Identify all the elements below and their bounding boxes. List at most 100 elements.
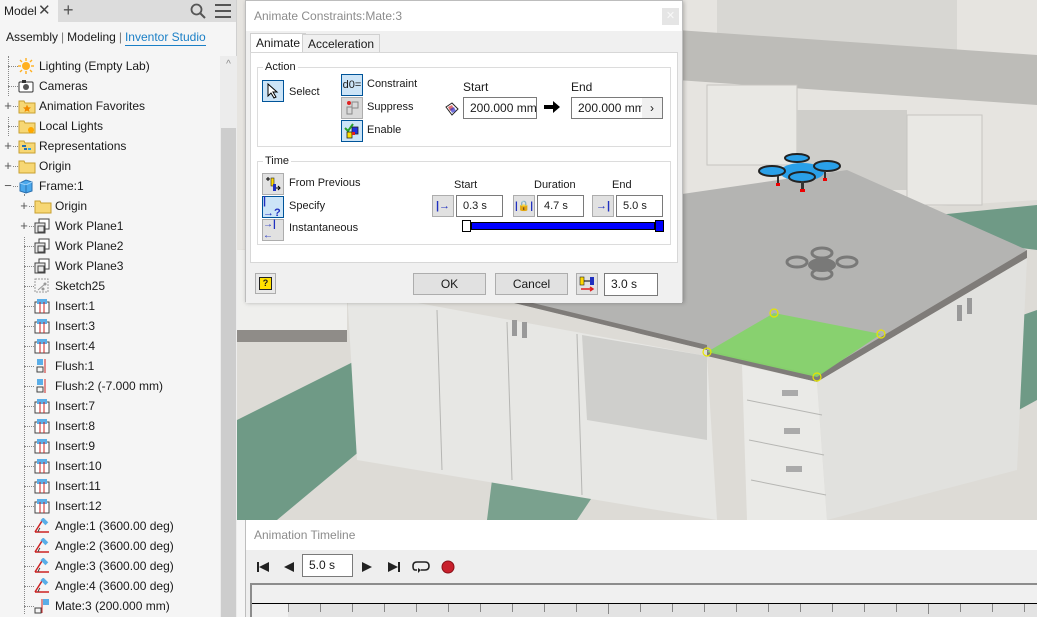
close-icon[interactable]: ✕ (38, 0, 51, 22)
timeline-title-bar[interactable]: Animation Timeline (246, 520, 1037, 550)
time-end-input[interactable]: 5.0 s (616, 195, 663, 217)
start-time-button[interactable]: |→ (432, 195, 454, 217)
mode-tab-modeling[interactable]: Modeling (67, 30, 116, 44)
tree-guide-line (24, 426, 34, 427)
play-reverse-button[interactable] (280, 557, 298, 577)
go-to-end-button[interactable] (385, 557, 403, 577)
ruler-tick (960, 604, 961, 612)
from-previous-button[interactable] (262, 173, 284, 195)
range-end-handle[interactable] (655, 220, 664, 232)
tab-acceleration[interactable]: Acceleration (302, 34, 381, 52)
collapse-icon[interactable]: − (3, 176, 13, 196)
scrollbar-thumb[interactable] (221, 128, 236, 617)
record-button[interactable] (439, 557, 457, 577)
tree-node-sketch25[interactable]: Sketch25 (34, 276, 105, 296)
hamburger-icon[interactable] (215, 4, 231, 18)
instantaneous-button[interactable]: →|← (262, 219, 284, 241)
tree-node-angle-3-3600-00-deg[interactable]: Angle:3 (3600.00 deg) (34, 556, 174, 576)
current-time-input[interactable]: 5.0 s (302, 554, 353, 577)
action-end-input[interactable]: 200.000 mm › (571, 97, 663, 119)
tree-node-frame-1[interactable]: Frame:1 (18, 176, 84, 196)
tree-node-mate-3-200-000-mm[interactable]: Mate:3 (200.000 mm) (34, 596, 170, 616)
tree-node-insert-9[interactable]: Insert:9 (34, 436, 95, 456)
range-start-handle[interactable] (462, 220, 471, 232)
select-button[interactable] (262, 80, 284, 102)
tree-node-insert-7[interactable]: Insert:7 (34, 396, 95, 416)
play-forward-button[interactable] (358, 557, 376, 577)
timeline-track[interactable] (250, 583, 1037, 617)
time-start-input[interactable]: 0.3 s (456, 195, 503, 217)
tree-node-cameras[interactable]: Cameras (18, 76, 88, 96)
expand-icon[interactable]: + (19, 196, 29, 216)
close-icon[interactable]: ✕ (662, 8, 679, 25)
tree-node-work-plane1[interactable]: Work Plane1 (34, 216, 123, 236)
representations-folder-icon (18, 138, 36, 154)
constraint-button[interactable]: d0= (341, 74, 363, 96)
time-range-slider[interactable] (456, 220, 664, 232)
chevron-right-icon[interactable]: › (642, 98, 662, 118)
dialog-title-bar[interactable]: Animate Constraints:Mate:3 ✕ (246, 1, 682, 31)
timeline-ruler[interactable] (252, 603, 1037, 617)
tree-node-origin[interactable]: Origin (18, 156, 71, 176)
enable-button[interactable] (341, 120, 363, 142)
scroll-up-icon[interactable]: ^ (220, 56, 237, 72)
specify-button[interactable]: |→? (262, 195, 284, 219)
expand-icon[interactable]: + (3, 96, 13, 116)
tree-guide-line (24, 586, 34, 587)
insert-constraint-icon (34, 298, 52, 314)
duration-lock-button[interactable]: |🔒| (513, 195, 535, 217)
flush-constraint-icon (34, 358, 52, 374)
expand-icon[interactable]: + (3, 136, 13, 156)
tree-node-animation-favorites[interactable]: Animation Favorites (18, 96, 145, 116)
tree-node-label: Work Plane1 (55, 219, 124, 233)
tree-guide-line (24, 306, 34, 307)
cancel-button[interactable]: Cancel (495, 273, 568, 295)
action-start-input[interactable]: 200.000 mm (463, 97, 537, 119)
tree-node-angle-2-3600-00-deg[interactable]: Angle:2 (3600.00 deg) (34, 536, 174, 556)
tree-node-flush-1[interactable]: Flush:1 (34, 356, 94, 376)
tree-node-flush-2-7-000-mm[interactable]: Flush:2 (-7.000 mm) (34, 376, 163, 396)
time-slider-button[interactable] (576, 273, 598, 295)
tree-node-insert-3[interactable]: Insert:3 (34, 316, 95, 336)
tab-animate[interactable]: Animate (250, 33, 307, 53)
tree-node-insert-1[interactable]: Insert:1 (34, 296, 95, 316)
suppress-button[interactable] (341, 97, 363, 119)
tree-scrollbar[interactable]: ^ (220, 56, 237, 617)
tree-node-insert-11[interactable]: Insert:11 (34, 476, 101, 496)
tree-node-work-plane2[interactable]: Work Plane2 (34, 236, 123, 256)
mode-tab-assembly[interactable]: Assembly (6, 30, 58, 44)
angle-constraint-icon (34, 517, 52, 534)
ruler-tick (864, 604, 865, 612)
tree-node-insert-12[interactable]: Insert:12 (34, 496, 102, 516)
tree-node-label: Local Lights (39, 119, 104, 133)
time-slider-input[interactable]: 3.0 s (604, 273, 658, 296)
camera-icon (18, 78, 36, 94)
tree-node-angle-4-3600-00-deg[interactable]: Angle:4 (3600.00 deg) (34, 576, 174, 596)
tree-node-local-lights[interactable]: Local Lights (18, 116, 103, 136)
tree-node-insert-8[interactable]: Insert:8 (34, 416, 95, 436)
tree-node-work-plane3[interactable]: Work Plane3 (34, 256, 123, 276)
end-time-button[interactable]: →| (592, 195, 614, 217)
tree-node-insert-4[interactable]: Insert:4 (34, 336, 95, 356)
insert-constraint-icon (34, 318, 52, 334)
expand-icon[interactable]: + (3, 156, 13, 176)
mate-constraint-icon (34, 598, 52, 614)
tab-model[interactable]: Model ✕ (0, 0, 58, 22)
tree-node-insert-10[interactable]: Insert:10 (34, 456, 102, 476)
drone-model[interactable] (757, 152, 847, 200)
ok-button[interactable]: OK (413, 273, 486, 295)
tree-node-angle-1-3600-00-deg[interactable]: Angle:1 (3600.00 deg) (34, 516, 174, 536)
tree-node-lighting-empty-lab[interactable]: Lighting (Empty Lab) (18, 56, 150, 76)
search-icon[interactable] (190, 3, 206, 19)
help-button[interactable]: ? (255, 273, 276, 294)
measure-icon[interactable] (444, 101, 460, 117)
repeat-button[interactable] (411, 557, 431, 577)
add-tab-button[interactable]: + (63, 0, 74, 22)
angle-constraint-icon (34, 577, 52, 594)
go-to-start-button[interactable] (254, 557, 272, 577)
tree-node-origin[interactable]: Origin (34, 196, 87, 216)
expand-icon[interactable]: + (19, 216, 29, 236)
mode-tab-inventor-studio[interactable]: Inventor Studio (124, 30, 206, 46)
tree-node-representations[interactable]: Representations (18, 136, 126, 156)
time-duration-input[interactable]: 4.7 s (537, 195, 584, 217)
